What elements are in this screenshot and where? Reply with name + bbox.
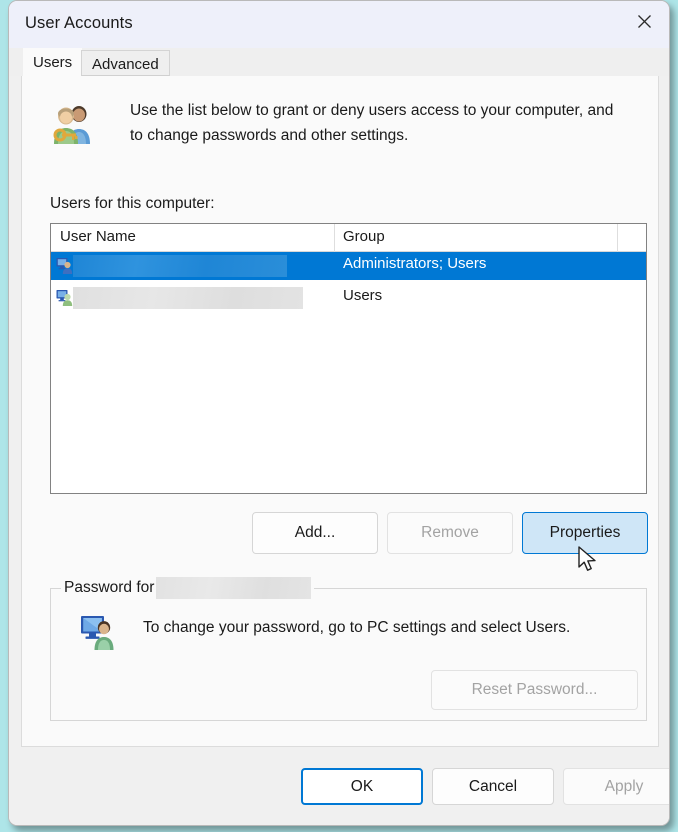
user-name-redacted (73, 287, 303, 309)
table-row[interactable]: Administrators; Users (51, 252, 646, 280)
close-icon (637, 14, 652, 29)
column-header-group[interactable]: Group (343, 228, 385, 245)
tab-advanced[interactable]: Advanced (81, 50, 170, 76)
password-group-legend: Password for (61, 577, 315, 599)
column-header-user-name[interactable]: User Name (60, 228, 136, 245)
users-tab-panel: Use the list below to grant or deny user… (21, 76, 659, 747)
table-row[interactable]: Users (51, 284, 646, 312)
ok-button[interactable]: OK (301, 768, 423, 805)
close-button[interactable] (620, 1, 669, 41)
reset-password-button: Reset Password... (431, 670, 638, 710)
remove-button: Remove (387, 512, 513, 554)
cancel-button[interactable]: Cancel (432, 768, 554, 805)
tab-users[interactable]: Users (23, 48, 83, 76)
header-description: Use the list below to grant or deny user… (130, 102, 614, 144)
title-bar: User Accounts (9, 1, 669, 48)
user-group-value: Users (343, 287, 383, 304)
password-user-redacted (156, 577, 312, 599)
dialog-footer: OK Cancel Apply (9, 747, 669, 825)
user-account-icon (56, 257, 73, 274)
column-divider-right (617, 224, 618, 252)
properties-button[interactable]: Properties (522, 512, 648, 554)
tab-strip: Users Advanced (9, 48, 669, 76)
window-title: User Accounts (25, 14, 133, 32)
password-group: Password for To change your password, go… (50, 577, 647, 721)
users-list-label: Users for this computer: (50, 195, 215, 212)
users-key-icon (50, 102, 96, 146)
user-monitor-icon (80, 614, 116, 650)
user-group-value: Administrators; Users (343, 255, 487, 272)
user-accounts-dialog: User Accounts Users Advanced Use the lis… (8, 0, 670, 826)
column-divider (334, 224, 335, 252)
apply-button: Apply (563, 768, 669, 805)
add-button[interactable]: Add... (252, 512, 378, 554)
users-list-header: User Name Group (51, 224, 646, 252)
password-for-label: Password for (64, 579, 155, 596)
password-description: To change your password, go to PC settin… (143, 619, 571, 636)
users-list[interactable]: User Name Group Administrators; Users Us… (50, 223, 647, 494)
user-account-icon (56, 289, 73, 306)
user-name-redacted (73, 255, 287, 277)
